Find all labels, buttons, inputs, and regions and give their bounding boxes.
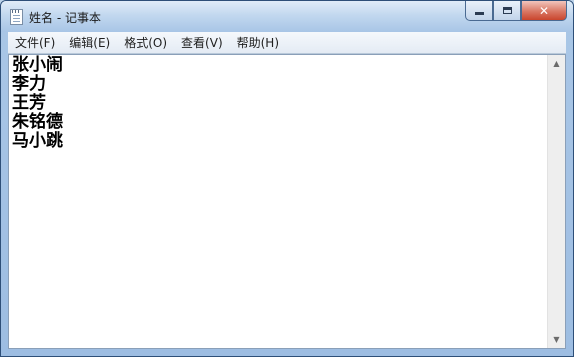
menu-edit[interactable]: 编辑(E) [62, 34, 117, 51]
text-editor[interactable]: 张小闹 李力 王芳 朱铭德 马小跳 ▲ ▼ [8, 54, 566, 349]
menu-help[interactable]: 帮助(H) [230, 34, 286, 51]
text-line: 王芳 [12, 93, 46, 113]
scroll-up-arrow-icon[interactable]: ▲ [548, 55, 565, 72]
document-text[interactable]: 张小闹 李力 王芳 朱铭德 马小跳 [12, 56, 547, 348]
title-bar[interactable]: 姓名 - 记事本 ✕ [1, 1, 573, 32]
close-button[interactable]: ✕ [521, 1, 567, 21]
menu-view[interactable]: 查看(V) [174, 34, 230, 51]
menu-file[interactable]: 文件(F) [8, 34, 62, 51]
text-line: 朱铭德 [12, 112, 63, 132]
text-line: 李力 [12, 74, 46, 94]
text-line: 张小闹 [12, 55, 63, 75]
notepad-window: 姓名 - 记事本 ✕ 文件(F) 编辑(E) 格式(O) 查看(V) 帮助(H)… [0, 0, 574, 357]
menu-format[interactable]: 格式(O) [117, 34, 174, 51]
vertical-scrollbar[interactable]: ▲ ▼ [547, 55, 565, 348]
minimize-icon [474, 12, 484, 15]
minimize-button[interactable] [465, 1, 493, 21]
close-icon: ✕ [538, 3, 550, 18]
menu-bar: 文件(F) 编辑(E) 格式(O) 查看(V) 帮助(H) [8, 32, 566, 54]
maximize-button[interactable] [493, 1, 521, 21]
window-title: 姓名 - 记事本 [29, 11, 101, 25]
scroll-down-arrow-icon[interactable]: ▼ [548, 331, 565, 348]
notepad-icon[interactable] [10, 9, 23, 25]
text-line: 马小跳 [12, 131, 63, 151]
caption-buttons: ✕ [465, 1, 567, 22]
maximize-icon [502, 7, 512, 14]
